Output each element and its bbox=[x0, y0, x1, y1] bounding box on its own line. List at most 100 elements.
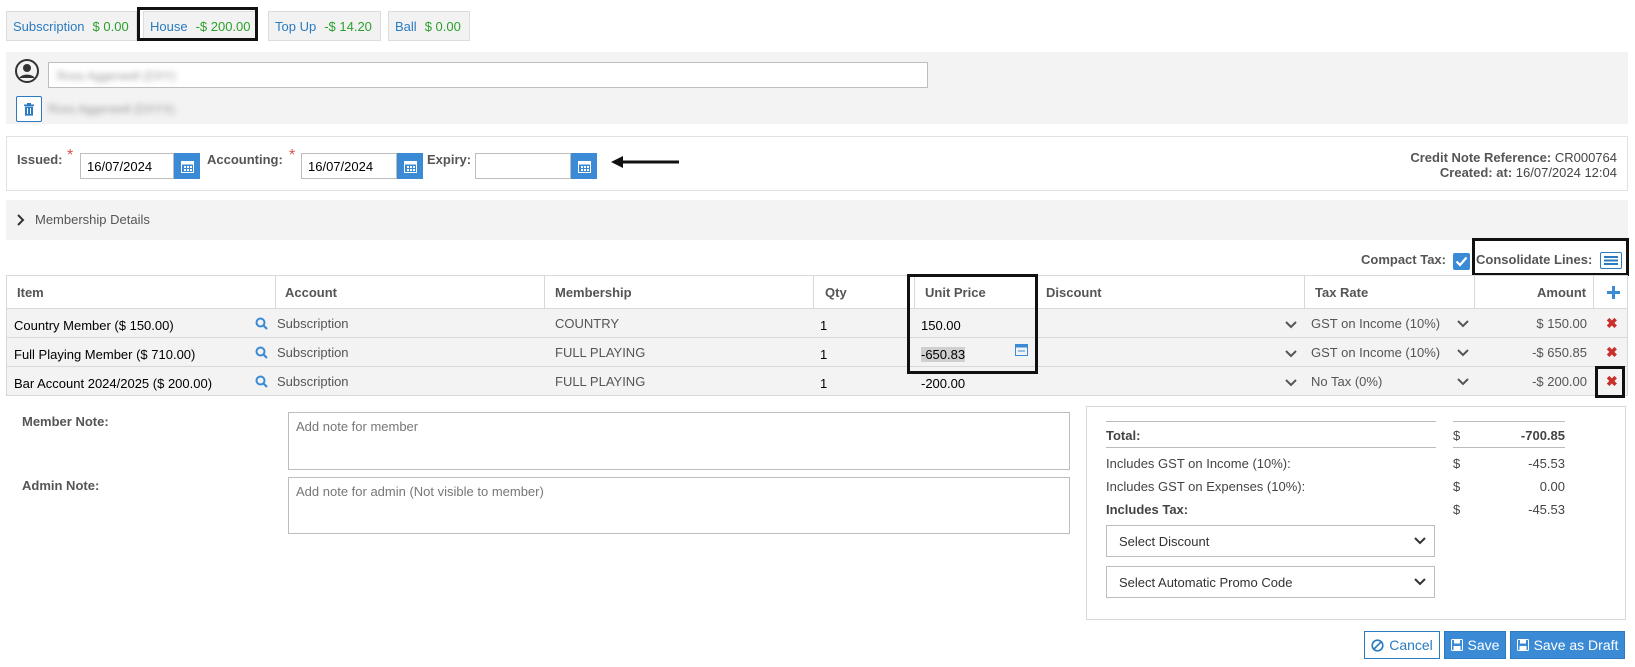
header-discount: Discount bbox=[1046, 285, 1102, 300]
add-line-button[interactable] bbox=[1607, 286, 1620, 299]
calendar-icon bbox=[180, 160, 194, 173]
member-search-value: Ross Aggerwell (DXY) bbox=[57, 69, 176, 83]
admin-note-label: Admin Note: bbox=[22, 478, 100, 493]
checkmark-icon bbox=[1455, 256, 1468, 267]
issued-date-input[interactable]: 16/07/2024 bbox=[80, 153, 174, 179]
selected-member-name: Ross Aggerwell (DXYX) bbox=[48, 102, 175, 116]
required-marker: * bbox=[67, 147, 74, 164]
currency-symbol: $ bbox=[1453, 428, 1461, 443]
highlight-delete-row bbox=[1595, 366, 1625, 398]
header-item: Item bbox=[17, 285, 44, 300]
member-panel: Ross Aggerwell (DXY) Ross Aggerwell (DXY… bbox=[6, 52, 1628, 124]
includes-tax-label: Includes Tax: bbox=[1106, 502, 1189, 517]
discount-select-value: Select Discount bbox=[1119, 534, 1210, 549]
row-amount: -$ 200.00 bbox=[1532, 374, 1587, 389]
account-tab-name: Ball bbox=[395, 18, 417, 34]
row-tax-rate[interactable]: GST on Income (10%) bbox=[1311, 345, 1440, 360]
row-qty[interactable]: 1 bbox=[820, 347, 827, 362]
member-note-label: Member Note: bbox=[22, 414, 109, 429]
reference-value: CR000764 bbox=[1554, 150, 1617, 165]
header-amount: Amount bbox=[1537, 285, 1587, 300]
chevron-down-icon bbox=[1414, 537, 1426, 545]
account-tab-balance: -$ 14.20 bbox=[324, 18, 372, 34]
accounting-date-input[interactable]: 16/07/2024 bbox=[301, 153, 397, 179]
member-note-textarea[interactable]: Add note for member bbox=[288, 412, 1070, 470]
includes-tax-value: -45.53 bbox=[1528, 502, 1565, 517]
chevron-down-icon[interactable] bbox=[1285, 321, 1297, 329]
row-account[interactable]: Subscription bbox=[277, 316, 349, 331]
divider bbox=[1453, 447, 1565, 448]
search-icon[interactable] bbox=[255, 346, 268, 359]
row-tax-rate[interactable]: No Tax (0%) bbox=[1311, 374, 1382, 389]
save-label: Save bbox=[1467, 637, 1500, 653]
table-row: Bar Account 2024/2025 ($ 200.00) Subscri… bbox=[6, 367, 1628, 396]
account-tab-name: Top Up bbox=[275, 18, 317, 34]
row-item: Bar Account 2024/2025 ($ 200.00) bbox=[14, 376, 213, 391]
total-value: -700.85 bbox=[1520, 428, 1565, 443]
promo-code-select[interactable]: Select Automatic Promo Code bbox=[1106, 566, 1435, 598]
compact-tax-checkbox[interactable] bbox=[1453, 253, 1470, 270]
expiry-date-input[interactable] bbox=[475, 153, 571, 179]
dates-panel: Issued: * 16/07/2024 Accounting: * 16/07… bbox=[6, 136, 1628, 191]
row-item: Full Playing Member ($ 710.00) bbox=[14, 347, 196, 362]
account-tab-balance: $ 0.00 bbox=[92, 18, 129, 34]
accounting-calendar-button[interactable] bbox=[397, 153, 423, 179]
account-tab-subscription[interactable]: Subscription $ 0.00 bbox=[6, 11, 137, 41]
compact-tax-label: Compact Tax: bbox=[1361, 252, 1446, 267]
floppy-disk-icon bbox=[1516, 639, 1529, 651]
row-unit-price[interactable]: -200.00 bbox=[921, 376, 965, 391]
chevron-down-icon[interactable] bbox=[1285, 379, 1297, 387]
gst-expenses-label: Includes GST on Expenses (10%): bbox=[1106, 479, 1306, 494]
discount-select[interactable]: Select Discount bbox=[1106, 525, 1435, 557]
row-account[interactable]: Subscription bbox=[277, 345, 349, 360]
membership-details-label: Membership Details bbox=[35, 212, 150, 227]
account-tab-ball[interactable]: Ball $ 0.00 bbox=[388, 11, 470, 41]
divider bbox=[1106, 421, 1436, 422]
row-membership[interactable]: FULL PLAYING bbox=[555, 345, 645, 360]
total-label: Total: bbox=[1106, 428, 1141, 443]
cancel-label: Cancel bbox=[1389, 637, 1433, 653]
row-qty[interactable]: 1 bbox=[820, 376, 827, 391]
row-membership[interactable]: COUNTRY bbox=[555, 316, 619, 331]
header-tax-rate: Tax Rate bbox=[1315, 285, 1369, 300]
trash-icon bbox=[24, 102, 34, 116]
chevron-down-icon[interactable] bbox=[1457, 349, 1469, 357]
save-button[interactable]: Save bbox=[1444, 631, 1506, 659]
delete-row-button[interactable]: ✖ bbox=[1606, 315, 1618, 332]
account-tab-name: Subscription bbox=[13, 18, 85, 34]
row-qty[interactable]: 1 bbox=[820, 318, 827, 333]
row-account[interactable]: Subscription bbox=[277, 374, 349, 389]
search-icon[interactable] bbox=[255, 375, 268, 388]
header-account: Account bbox=[285, 285, 337, 300]
row-item: Country Member ($ 150.00) bbox=[14, 318, 174, 333]
remove-member-button[interactable] bbox=[16, 96, 42, 122]
issued-calendar-button[interactable] bbox=[174, 153, 200, 179]
ban-icon bbox=[1371, 638, 1384, 652]
highlight-house-tab bbox=[137, 7, 258, 41]
admin-note-textarea[interactable]: Add note for admin (Not visible to membe… bbox=[288, 477, 1070, 534]
expiry-calendar-button[interactable] bbox=[571, 153, 597, 179]
expiry-label: Expiry: bbox=[427, 152, 472, 167]
delete-row-button[interactable]: ✖ bbox=[1606, 344, 1618, 361]
member-search-input[interactable]: Ross Aggerwell (DXY) bbox=[48, 62, 928, 88]
user-avatar-icon bbox=[15, 59, 39, 83]
calendar-icon bbox=[577, 160, 591, 173]
save-as-draft-button[interactable]: Save as Draft bbox=[1510, 631, 1625, 659]
created-value: 16/07/2024 12:04 bbox=[1515, 165, 1617, 180]
header-qty: Qty bbox=[825, 285, 847, 300]
chevron-down-icon[interactable] bbox=[1457, 320, 1469, 328]
gst-expenses-value: 0.00 bbox=[1539, 479, 1565, 494]
row-amount: -$ 650.85 bbox=[1532, 345, 1587, 360]
chevron-down-icon[interactable] bbox=[1457, 378, 1469, 386]
account-tab-top-up[interactable]: Top Up -$ 14.20 bbox=[268, 11, 381, 41]
chevron-down-icon[interactable] bbox=[1285, 350, 1297, 358]
row-membership[interactable]: FULL PLAYING bbox=[555, 374, 645, 389]
membership-details-toggle[interactable]: Membership Details bbox=[6, 200, 1628, 240]
save-draft-label: Save as Draft bbox=[1533, 637, 1619, 653]
search-icon[interactable] bbox=[255, 317, 268, 330]
row-tax-rate[interactable]: GST on Income (10%) bbox=[1311, 316, 1440, 331]
table-row: Country Member ($ 150.00) Subscription C… bbox=[6, 309, 1628, 338]
divider bbox=[1106, 447, 1436, 448]
header-membership: Membership bbox=[555, 285, 632, 300]
cancel-button[interactable]: Cancel bbox=[1364, 631, 1440, 659]
